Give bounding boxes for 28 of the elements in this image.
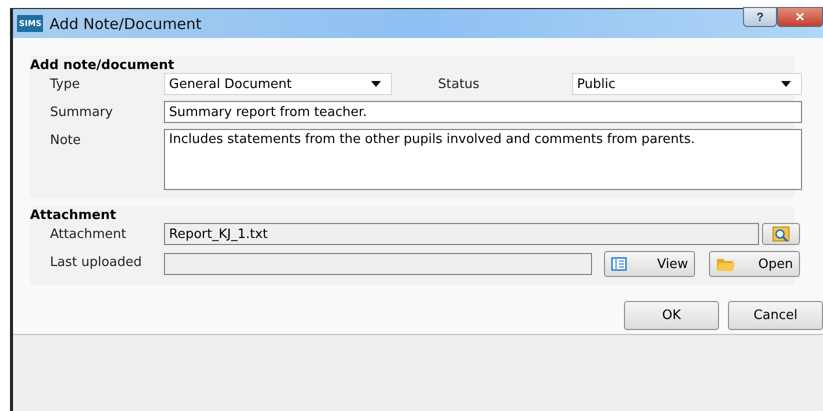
- app-logo: SIMS: [17, 15, 44, 32]
- field-label: Last uploaded: [49, 254, 143, 270]
- last-uploaded-field[interactable]: [164, 253, 592, 275]
- attachment-field[interactable]: Report_KJ_1.txt: [164, 223, 759, 245]
- folder-icon: [716, 256, 736, 272]
- field-label: Attachment: [49, 226, 128, 242]
- close-button[interactable]: ✕: [777, 7, 823, 27]
- document-icon: [611, 257, 627, 271]
- browse-button[interactable]: [762, 223, 800, 245]
- type-dropdown[interactable]: General Document: [164, 73, 392, 95]
- status-dropdown[interactable]: Public: [572, 73, 802, 95]
- caret-icon: [781, 81, 791, 87]
- ok-button[interactable]: OK: [624, 301, 719, 330]
- field-label: Summary: [49, 104, 114, 120]
- window-title: Add Note/Document: [49, 14, 202, 32]
- field-label: Note: [49, 132, 82, 148]
- section-heading: Add note/document: [30, 58, 176, 73]
- field-label: Status: [437, 76, 480, 92]
- cancel-button[interactable]: Cancel: [728, 301, 823, 330]
- help-button[interactable]: ?: [743, 7, 777, 27]
- open-button[interactable]: Open: [709, 251, 800, 277]
- view-button[interactable]: View: [604, 251, 695, 277]
- magnifier-icon: [772, 226, 790, 242]
- summary-field[interactable]: Summary report from teacher.: [164, 101, 802, 123]
- section-heading: Attachment: [30, 208, 118, 223]
- note-field[interactable]: Includes statements from the other pupils involved and comments from parents.: [164, 129, 802, 190]
- field-label: Type: [49, 76, 81, 92]
- caret-icon: [371, 81, 381, 87]
